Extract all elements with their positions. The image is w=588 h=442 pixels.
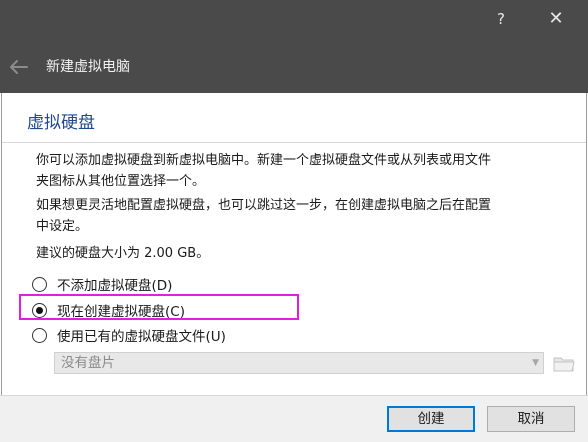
close-button[interactable]: ✕ (541, 4, 571, 34)
cancel-button[interactable]: 取消 (487, 406, 575, 432)
description-line: 夹图标从其他位置选择一个。 (36, 174, 206, 189)
page-title: 虚拟硬盘 (27, 113, 95, 133)
radio-button[interactable] (32, 327, 47, 343)
radio-label: 使用已有的虚拟硬盘文件(U) (57, 329, 226, 345)
radio-no-disk[interactable]: 不添加虚拟硬盘(D) (32, 274, 172, 294)
help-button[interactable]: ? (486, 4, 516, 34)
create-button[interactable]: 创建 (387, 406, 475, 432)
folder-icon (551, 350, 577, 376)
description-paragraph-1: 你可以添加虚拟硬盘到新虚拟电脑中。新建一个虚拟硬盘文件或从列表或用文件 夹图标从… (36, 150, 566, 192)
title-bar: ? ✕ 新建虚拟电脑 (0, 0, 588, 93)
radio-button-checked[interactable] (32, 302, 47, 318)
arrow-left-icon[interactable] (8, 57, 30, 77)
wizard-page: 虚拟硬盘 你可以添加虚拟硬盘到新虚拟电脑中。新建一个虚拟硬盘文件或从列表或用文件… (1, 93, 587, 395)
chevron-down-icon: ▼ (532, 358, 539, 368)
disk-select: 没有盘片 ▼ (54, 352, 544, 374)
window-title: 新建虚拟电脑 (46, 59, 130, 75)
description-line: 如果想更灵活地配置虚拟硬盘，也可以跳过这一步，在创建虚拟电脑之后在配置 (36, 198, 492, 213)
description-paragraph-2: 如果想更灵活地配置虚拟硬盘，也可以跳过这一步，在创建虚拟电脑之后在配置 中设定。 (36, 195, 566, 237)
button-bar: 创建 取消 (0, 395, 588, 442)
radio-button[interactable] (32, 276, 47, 292)
radio-label: 现在创建虚拟硬盘(C) (57, 304, 185, 320)
page-header: 虚拟硬盘 (2, 93, 586, 143)
recommended-size-text: 建议的硬盘大小为 2.00 GB。 (36, 246, 210, 261)
description-line: 你可以添加虚拟硬盘到新虚拟电脑中。新建一个虚拟硬盘文件或从列表或用文件 (36, 153, 492, 168)
radio-existing-disk[interactable]: 使用已有的虚拟硬盘文件(U) (32, 325, 226, 345)
radio-label: 不添加虚拟硬盘(D) (57, 278, 173, 294)
disk-select-value: 没有盘片 (61, 355, 115, 371)
radio-create-disk[interactable]: 现在创建虚拟硬盘(C) (32, 300, 185, 320)
description-line: 中设定。 (36, 219, 89, 234)
